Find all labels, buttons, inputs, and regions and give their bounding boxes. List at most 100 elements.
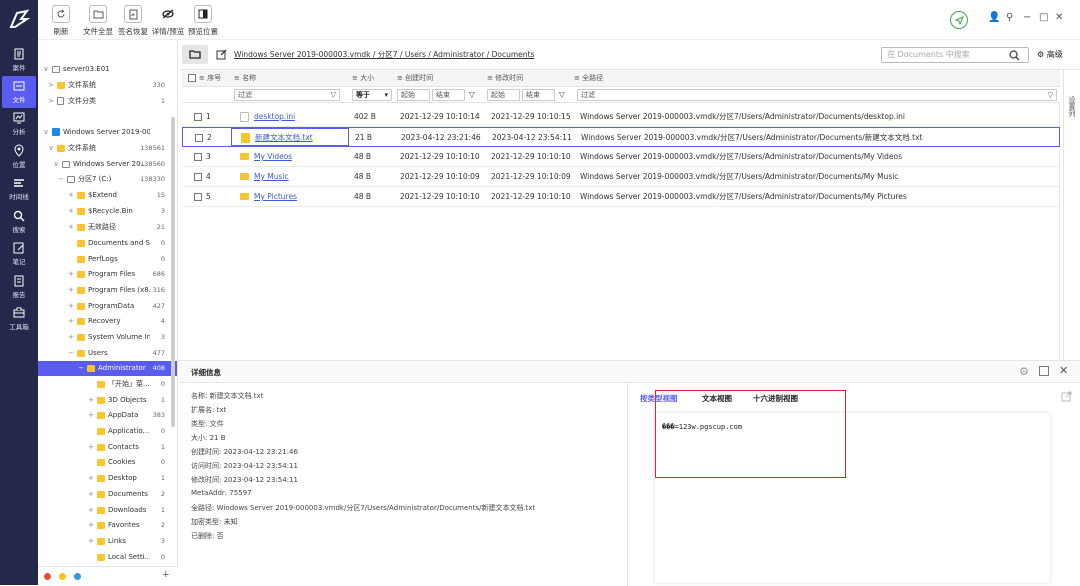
tree-item[interactable]: PerfLogs 0 [38,252,177,267]
tree-toggle-icon[interactable]: + [87,518,95,533]
tree-item[interactable]: + Documents 2 [38,487,177,502]
tree-item[interactable]: + Downloads 1 [38,503,177,518]
refresh-button[interactable]: 刷新 [51,5,71,37]
row-checkbox[interactable] [194,153,202,161]
tree-toggle-icon[interactable]: − [67,346,75,361]
col-name[interactable]: ≡ 名称 [234,70,256,87]
tree-item[interactable]: + Desktop 1 [38,471,177,486]
pin-icon[interactable]: ⚲ [1006,12,1013,23]
tree-toggle-icon[interactable]: + [67,299,75,314]
tree-toggle-icon[interactable]: + [67,220,75,235]
tree-scrollbar[interactable] [171,117,175,427]
tree-item[interactable]: + ProgramData 427 [38,299,177,314]
breadcrumb-segment[interactable]: Documents [492,50,535,59]
settings-gear-icon[interactable]: ⚙ [1019,365,1029,378]
tree-toggle-icon[interactable]: − [57,172,65,187]
tree-toggle-icon[interactable]: ∨ [47,141,55,156]
tree-item[interactable]: Documents and Set... 0 [38,236,177,251]
created-start-input[interactable]: 起始 [397,89,430,101]
tree-toggle-icon[interactable]: + [87,487,95,502]
search-input[interactable]: 在 Documents 中搜索 [881,47,1029,63]
breadcrumb-segment[interactable]: 分区7 [378,50,398,59]
breadcrumb-segment[interactable]: Users [405,50,426,59]
nav-item-folder[interactable]: 文件 [2,76,36,108]
row-checkbox[interactable] [194,193,202,201]
col-index[interactable]: ≡ 序号 [199,70,221,87]
size-filter-select[interactable]: 等于 ▾ [352,89,392,101]
tree-item[interactable]: ∨ server03.E01 [38,62,177,77]
table-row[interactable]: 1 desktop.ini 402 B 2021-12-29 10:10:14 2021… [182,107,1060,127]
nav-item-search[interactable]: 搜索 [2,206,36,238]
advanced-search-button[interactable]: ⚙ 高级 [1037,49,1063,60]
created-filter-icon[interactable]: ▽ [469,90,475,99]
filter-icon[interactable]: ▽ [1048,90,1053,100]
tree-toggle-icon[interactable]: + [87,471,95,486]
nav-item-toolbox[interactable]: 工具箱 [2,303,36,335]
filter-icon[interactable]: ▽ [331,90,336,100]
tree-item[interactable]: ∨ Windows Server 20... 138560 [38,157,177,172]
tree-toggle-icon[interactable]: − [77,361,85,376]
tree-item[interactable]: > 文件分类 1 [38,94,177,109]
tree-item[interactable]: Local Setti... 0 [38,550,177,565]
tree-item[interactable]: + Program Files 686 [38,267,177,282]
tree-item[interactable]: + Favorites 2 [38,518,177,533]
table-row[interactable]: 2 新建文本文档.txt 21 B 2023-04-12 23:21:46 2023-0… [182,127,1060,147]
tree-item[interactable]: + Recovery 4 [38,314,177,329]
path-filter-input[interactable]: 过滤 ▽ [577,89,1057,101]
table-row[interactable]: 5 My Pictures 48 B 2021-12-29 10:10:10 2021-… [182,187,1060,207]
preview-position-button[interactable]: 预览位置 [185,5,221,37]
tree-item[interactable]: − Administrator 408 [38,361,177,376]
row-checkbox[interactable] [195,134,203,142]
tree-toggle-icon[interactable]: + [67,283,75,298]
tree-toggle-icon[interactable]: + [67,314,75,329]
modified-end-input[interactable]: 结束 [522,89,555,101]
tree-item[interactable]: + System Volume Inf... 3 [38,330,177,345]
signature-recovery-button[interactable]: 签名恢复 [115,5,151,37]
modified-start-input[interactable]: 起始 [487,89,520,101]
nav-item-timeline[interactable]: 时间线 [2,173,36,205]
tree-toggle-icon[interactable]: ∨ [42,62,50,77]
tree-toggle-icon[interactable]: + [87,393,95,408]
tree-item[interactable]: + Program Files (x8... 316 [38,283,177,298]
status-locate-icon[interactable] [950,11,968,29]
tree-item[interactable]: − Users 477 [38,346,177,361]
tree-toggle-icon[interactable]: + [87,503,95,518]
tree-item[interactable]: + AppData 383 [38,408,177,423]
tree-toggle-icon[interactable]: > [47,78,55,93]
name-filter-input[interactable]: 过滤 ▽ [234,89,340,101]
breadcrumb-segment[interactable]: Administrator [433,50,484,59]
nav-item-analysis[interactable]: 分析 [2,108,36,140]
minimize-icon[interactable]: − [1023,12,1031,23]
tree-toggle-icon[interactable]: ∨ [52,157,60,172]
tree-toggle-icon[interactable]: + [67,204,75,219]
tree-toggle-icon[interactable]: ∨ [42,125,50,140]
row-name[interactable]: My Pictures [254,187,297,207]
column-settings-tab[interactable]: 设置列 [1063,70,1077,370]
user-icon[interactable]: 👤 [988,12,1000,23]
breadcrumb-segment[interactable]: Windows Server 2019-000003.vmdk [234,50,371,59]
close-detail-icon[interactable]: ✕ [1059,364,1068,377]
row-checkbox[interactable] [194,113,202,121]
col-created[interactable]: ≡ 创建时间 [397,70,433,87]
tree-item[interactable]: + 无效路径 21 [38,220,177,235]
tree-item[interactable]: ∨ Windows Server 2019-000000... [38,125,177,140]
col-modified[interactable]: ≡ 修改时间 [487,70,523,87]
created-end-input[interactable]: 结束 [432,89,465,101]
external-open-icon[interactable] [1061,391,1072,402]
tree-toggle-icon[interactable]: + [67,188,75,203]
row-name[interactable]: My Music [254,167,289,187]
nav-item-report[interactable]: 报告 [2,271,36,303]
tree-item[interactable]: > 文件系统 330 [38,78,177,93]
tree-footer-plus-icon[interactable]: ∔ [162,570,170,580]
maximize-icon[interactable]: □ [1039,12,1048,23]
tree-toggle-icon[interactable]: + [87,440,95,455]
row-name[interactable]: My Videos [254,147,292,167]
row-checkbox[interactable] [194,173,202,181]
col-fullpath[interactable]: ≡ 全路径 [574,70,603,87]
show-all-files-button[interactable]: 文件全显 [80,5,116,37]
table-row[interactable]: 3 My Videos 48 B 2021-12-29 10:10:10 2021-12… [182,147,1060,167]
tree-toggle-icon[interactable]: + [87,534,95,549]
table-row[interactable]: 4 My Music 48 B 2021-12-29 10:10:09 2021-12-… [182,167,1060,187]
tree-toggle-icon[interactable]: + [87,408,95,423]
tree-toggle-icon[interactable]: + [67,330,75,345]
